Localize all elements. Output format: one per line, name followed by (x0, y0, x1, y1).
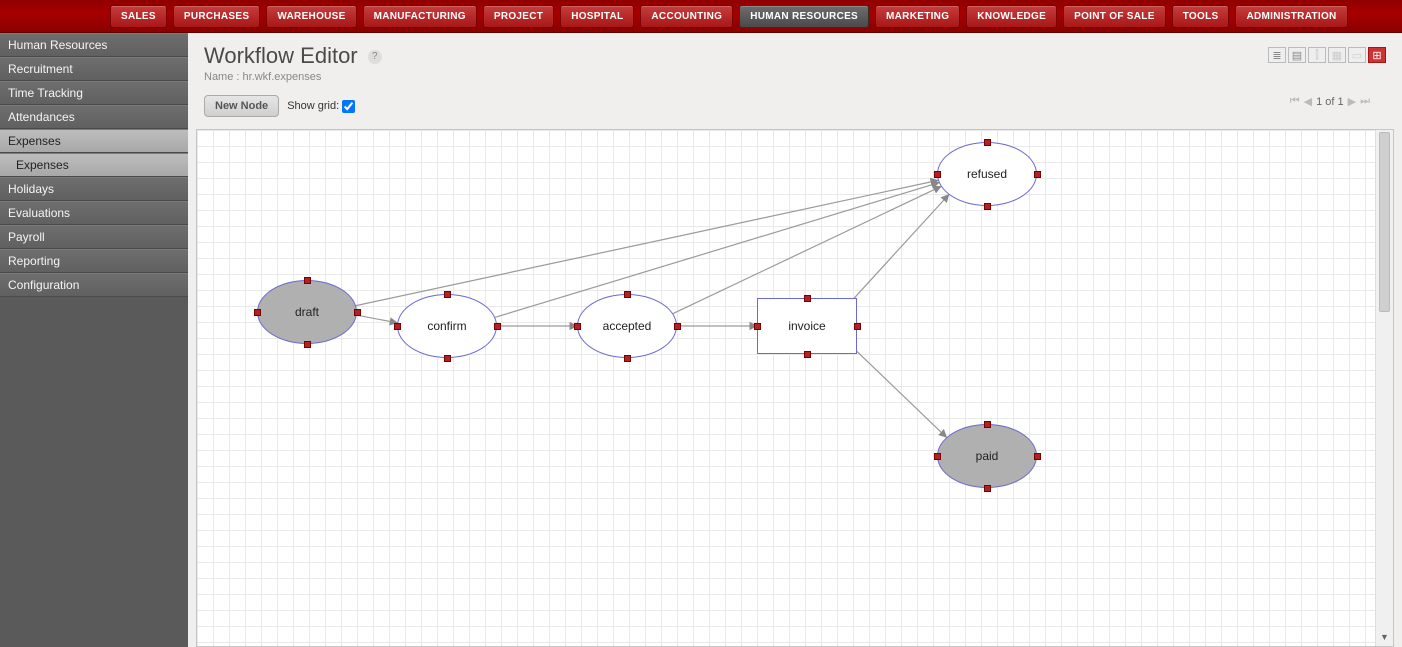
node-handle[interactable] (494, 323, 501, 330)
node-handle[interactable] (1034, 453, 1041, 460)
pager-text: 1 of 1 (1316, 96, 1344, 108)
menu-tools[interactable]: TOOLS (1172, 5, 1230, 28)
sidebar-item-evaluations[interactable]: Evaluations (0, 201, 188, 225)
node-handle[interactable] (984, 421, 991, 428)
help-icon[interactable]: ? (368, 50, 382, 64)
show-grid-checkbox[interactable] (342, 100, 355, 113)
node-handle[interactable] (984, 203, 991, 210)
sidebar-item-recruitment[interactable]: Recruitment (0, 57, 188, 81)
node-handle[interactable] (674, 323, 681, 330)
show-grid-control[interactable]: Show grid: (287, 100, 355, 113)
sidebar-item-configuration[interactable]: Configuration (0, 273, 188, 297)
diagram-canvas[interactable]: draft confirm accepted invoice refused paid (197, 130, 1375, 646)
menu-administration[interactable]: ADMINISTRATION (1235, 5, 1347, 28)
node-handle[interactable] (444, 355, 451, 362)
sidebar-item-time-tracking[interactable]: Time Tracking (0, 81, 188, 105)
menu-hospital[interactable]: HOSPITAL (560, 5, 634, 28)
scroll-down-icon[interactable]: ▼ (1376, 632, 1393, 646)
node-handle[interactable] (624, 291, 631, 298)
menu-purchases[interactable]: PURCHASES (173, 5, 261, 28)
node-handle[interactable] (1034, 171, 1041, 178)
canvas-wrap: draft confirm accepted invoice refused paid ▲… (196, 129, 1394, 647)
node-handle[interactable] (624, 355, 631, 362)
page-header: Workflow Editor ? Name : hr.wkf.expenses… (188, 33, 1402, 87)
edge-confirm-refused[interactable] (495, 183, 939, 318)
page-subtitle: Name : hr.wkf.expenses (204, 71, 1386, 83)
node-handle[interactable] (254, 309, 261, 316)
menu-accounting[interactable]: ACCOUNTING (640, 5, 733, 28)
node-handle[interactable] (754, 323, 761, 330)
node-refused[interactable]: refused (937, 142, 1037, 206)
node-handle[interactable] (444, 291, 451, 298)
view-diagram-icon[interactable]: ⊞ (1368, 47, 1386, 63)
edge-draft-refused[interactable] (356, 180, 938, 305)
node-invoice[interactable]: invoice (757, 298, 857, 354)
node-handle[interactable] (354, 309, 361, 316)
view-calendar-icon[interactable]: ▦ (1328, 47, 1346, 63)
edge-invoice-paid[interactable] (848, 342, 947, 437)
pager-first-icon[interactable]: ⏮ (1290, 95, 1300, 108)
menu-knowledge[interactable]: KNOWLEDGE (966, 5, 1057, 28)
main-area: Workflow Editor ? Name : hr.wkf.expenses… (188, 33, 1402, 647)
view-gantt-icon[interactable]: ▭ (1348, 47, 1366, 63)
edge-draft-confirm[interactable] (357, 315, 397, 323)
page-title: Workflow Editor ? (204, 43, 1386, 69)
menu-project[interactable]: PROJECT (483, 5, 554, 28)
view-form-icon[interactable]: ▤ (1288, 47, 1306, 63)
sidebar-item-payroll[interactable]: Payroll (0, 225, 188, 249)
new-node-button[interactable]: New Node (204, 95, 279, 117)
node-handle[interactable] (854, 323, 861, 330)
view-switch: ≣ ▤ ⫿ ▦ ▭ ⊞ (1268, 47, 1386, 63)
node-handle[interactable] (984, 485, 991, 492)
sidebar-item-attendances[interactable]: Attendances (0, 105, 188, 129)
toolbar: New Node Show grid: ⏮ ◀ 1 of 1 ▶ ⏭ (204, 95, 1386, 117)
node-handle[interactable] (304, 277, 311, 284)
show-grid-label: Show grid: (287, 100, 339, 112)
edges-layer (197, 130, 1375, 646)
node-handle[interactable] (934, 171, 941, 178)
node-handle[interactable] (804, 351, 811, 358)
menu-marketing[interactable]: MARKETING (875, 5, 960, 28)
node-draft[interactable]: draft (257, 280, 357, 344)
scroll-thumb[interactable] (1379, 132, 1390, 312)
sidebar: Human ResourcesRecruitmentTime TrackingA… (0, 33, 188, 647)
edge-invoice-refused[interactable] (845, 195, 949, 308)
top-menu: SALES PURCHASESWAREHOUSE MANUFACTURING PROJ… (0, 0, 1402, 33)
menu-point-of-sale[interactable]: POINT OF SALE (1063, 5, 1166, 28)
sidebar-item-human-resources[interactable]: Human Resources (0, 33, 188, 57)
node-handle[interactable] (934, 453, 941, 460)
node-accepted[interactable]: accepted (577, 294, 677, 358)
pager-last-icon[interactable]: ⏭ (1360, 95, 1370, 108)
sidebar-item-reporting[interactable]: Reporting (0, 249, 188, 273)
pager-prev-icon[interactable]: ◀ (1304, 95, 1312, 108)
menu-human-resources[interactable]: HUMAN RESOURCES (739, 5, 869, 28)
pager-next-icon[interactable]: ▶ (1348, 95, 1356, 108)
node-handle[interactable] (574, 323, 581, 330)
menu-sales[interactable]: SALES (110, 5, 167, 28)
menu-warehouse[interactable]: WAREHOUSE (266, 5, 356, 28)
node-handle[interactable] (804, 295, 811, 302)
menu-manufacturing[interactable]: MANUFACTURING (363, 5, 477, 28)
sidebar-item-holidays[interactable]: Holidays (0, 177, 188, 201)
view-list-icon[interactable]: ≣ (1268, 47, 1286, 63)
vertical-scrollbar[interactable]: ▲ ▼ (1375, 130, 1393, 646)
view-graph-icon[interactable]: ⫿ (1308, 47, 1326, 63)
node-handle[interactable] (304, 341, 311, 348)
sidebar-item-expenses-sub[interactable]: Expenses (0, 153, 188, 177)
node-handle[interactable] (394, 323, 401, 330)
sidebar-item-expenses[interactable]: Expenses (0, 129, 188, 153)
node-confirm[interactable]: confirm (397, 294, 497, 358)
node-handle[interactable] (984, 139, 991, 146)
page-title-text: Workflow Editor (204, 43, 358, 68)
node-paid[interactable]: paid (937, 424, 1037, 488)
pager: ⏮ ◀ 1 of 1 ▶ ⏭ (1290, 95, 1370, 108)
